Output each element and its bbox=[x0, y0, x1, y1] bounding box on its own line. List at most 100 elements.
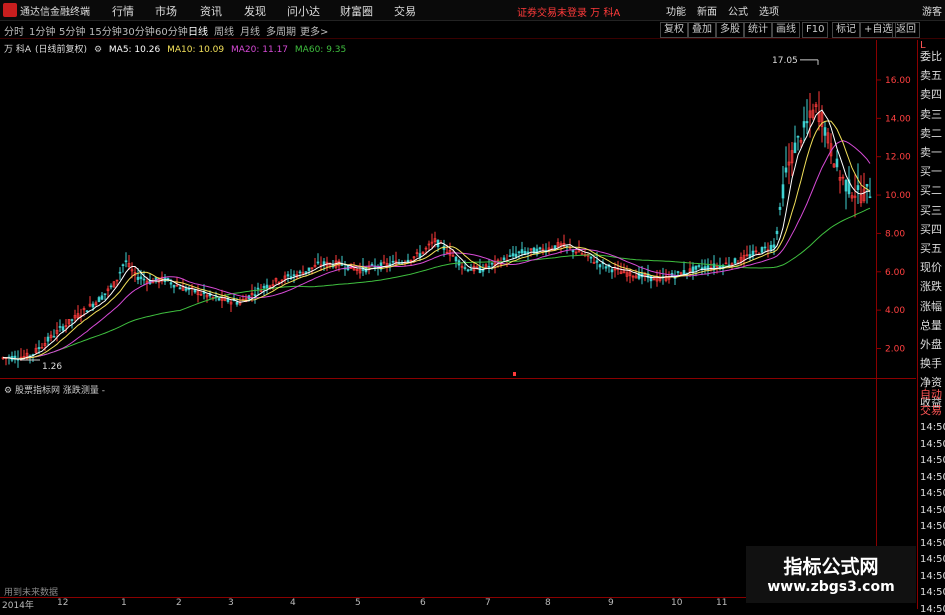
indicator-title: 股票指标网 涨跌测量 bbox=[14, 386, 99, 396]
candle-body bbox=[61, 326, 65, 331]
quote-label: 买三 bbox=[920, 203, 942, 217]
quote-label: 涨幅 bbox=[920, 299, 942, 313]
y-tick-label: 6.00 bbox=[885, 268, 905, 278]
candle-body bbox=[508, 255, 512, 257]
quote-label: 买四 bbox=[920, 222, 942, 236]
tick-time: 14:50 bbox=[920, 438, 945, 450]
candle-body bbox=[511, 253, 515, 257]
candle-body bbox=[103, 293, 107, 295]
high-price-label: 17.05 bbox=[772, 56, 798, 66]
x-tick-label: 2 bbox=[176, 598, 182, 608]
candle-body bbox=[454, 256, 458, 262]
y-tick-label: 2.00 bbox=[885, 345, 905, 355]
candle-body bbox=[418, 253, 422, 258]
candle-body bbox=[391, 260, 395, 263]
quote-label: 卖四 bbox=[920, 88, 942, 102]
candle-body bbox=[763, 246, 767, 249]
tick-time: 14:50 bbox=[920, 537, 945, 549]
candle-body bbox=[751, 250, 755, 256]
candle-body bbox=[136, 276, 140, 280]
candle-body bbox=[733, 258, 737, 264]
indicator-header: ⚙ 股票指标网 涨跌测量 - bbox=[4, 383, 105, 396]
candle-body bbox=[805, 121, 809, 124]
candle-body bbox=[178, 287, 182, 290]
x-tick-label: 4 bbox=[290, 598, 296, 608]
tick-time: 14:50 bbox=[920, 488, 945, 499]
candle-body bbox=[856, 185, 860, 190]
quote-label: 卖二 bbox=[920, 126, 942, 140]
watermark-url: www.zbgs3.com bbox=[767, 579, 895, 595]
candle-body bbox=[70, 319, 74, 321]
candle-body bbox=[85, 310, 89, 313]
candle-body bbox=[769, 245, 773, 251]
candle-body bbox=[781, 184, 785, 199]
y-tick-label: 4.00 bbox=[885, 306, 905, 316]
event-marker bbox=[513, 372, 516, 376]
candle-body bbox=[778, 206, 782, 210]
indicator-suffix: - bbox=[101, 386, 105, 396]
quote-side-panel: L 委比 卖五 卖四 卖三 卖二 卖一 买一 买二 买三 买四 买五 现价 涨跌 涨幅 总量 外盘 换手 净资 收益… bbox=[917, 40, 945, 615]
candle-body bbox=[520, 249, 524, 254]
quote-label: 买一 bbox=[920, 165, 942, 179]
watermark-title: 指标公式网 bbox=[783, 556, 879, 578]
ma20-line bbox=[2, 140, 871, 360]
candle-body bbox=[316, 261, 320, 264]
quote-label: 卖一 bbox=[920, 146, 942, 159]
candle-body bbox=[487, 266, 491, 268]
candle-body bbox=[835, 158, 839, 168]
candle-body bbox=[760, 247, 764, 253]
candle-body bbox=[100, 295, 104, 300]
candle-body bbox=[517, 251, 521, 254]
x-tick-label: 8 bbox=[545, 598, 551, 608]
candle-body bbox=[235, 301, 239, 305]
candle-body bbox=[118, 271, 122, 274]
candle-body bbox=[139, 276, 143, 279]
quote-label: 换手 bbox=[920, 357, 942, 371]
candle-body bbox=[865, 183, 869, 187]
candle-body bbox=[844, 179, 848, 192]
y-tick-label: 8.00 bbox=[885, 229, 905, 239]
candle-body bbox=[286, 274, 290, 277]
y-tick-label: 16.00 bbox=[885, 76, 911, 86]
candle-body bbox=[370, 264, 374, 266]
candle-body bbox=[823, 127, 827, 136]
quote-label: 涨跌 bbox=[920, 280, 942, 294]
candle-body bbox=[256, 287, 260, 290]
watermark: 指标公式网 www.zbgs3.com bbox=[746, 546, 916, 603]
y-tick-label: 10.00 bbox=[885, 191, 911, 201]
candle-body bbox=[553, 245, 557, 250]
quote-label: 卖五 bbox=[920, 69, 942, 83]
tick-time: 14:50 bbox=[920, 521, 945, 532]
candle-body bbox=[307, 267, 311, 271]
candle-body bbox=[298, 271, 302, 274]
candle-body bbox=[694, 265, 698, 270]
quote-label: 现价 bbox=[920, 261, 942, 275]
candle-body bbox=[46, 336, 50, 342]
candle-body bbox=[469, 269, 473, 271]
candle-body bbox=[772, 244, 776, 248]
candle-body bbox=[466, 269, 470, 272]
candle-body bbox=[775, 230, 779, 235]
candle-body bbox=[490, 262, 494, 265]
candle-body bbox=[463, 267, 467, 269]
quote-label: 总量 bbox=[920, 318, 942, 332]
candle-body bbox=[793, 142, 797, 154]
candle-body bbox=[58, 326, 62, 328]
candle-body bbox=[109, 285, 113, 288]
candle-body bbox=[526, 251, 530, 254]
candle-body bbox=[91, 303, 95, 308]
candle-body bbox=[406, 259, 410, 263]
candle-body bbox=[589, 256, 593, 259]
candle-body bbox=[649, 275, 653, 282]
x-tick-label: 12 bbox=[57, 598, 69, 608]
candle-body bbox=[802, 121, 806, 128]
candle-body bbox=[169, 282, 173, 285]
candle-body bbox=[217, 298, 221, 301]
candle-body bbox=[868, 196, 872, 199]
candle-body bbox=[610, 269, 614, 273]
indicator-gear-icon[interactable]: ⚙ bbox=[4, 386, 12, 396]
x-tick-label: 5 bbox=[355, 598, 361, 608]
candle-body bbox=[184, 288, 188, 291]
candle-body bbox=[262, 285, 266, 289]
candle-body bbox=[37, 347, 41, 350]
